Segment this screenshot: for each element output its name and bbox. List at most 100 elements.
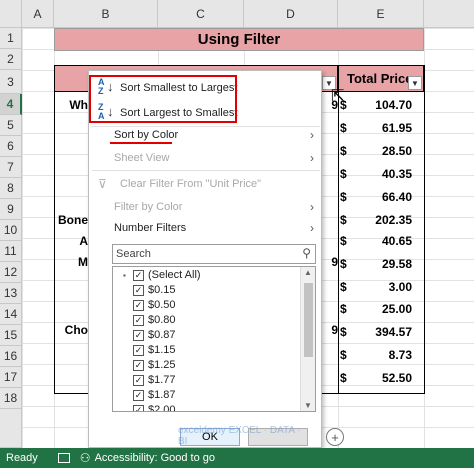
- row-number: 14: [3, 307, 18, 321]
- list-item[interactable]: ✓ $0.15: [133, 282, 176, 298]
- total-price-cell[interactable]: 104.70: [356, 94, 418, 115]
- total-price-cell[interactable]: 40.35: [356, 163, 418, 184]
- row-header[interactable]: 14: [0, 304, 22, 325]
- filter-by-color-item[interactable]: Filter by Color ›: [96, 196, 316, 218]
- checkbox-checked[interactable]: ✓: [133, 269, 144, 281]
- total-price-cell[interactable]: 28.50: [356, 140, 418, 161]
- total-price-filter-dropdown[interactable]: ▼: [408, 76, 422, 90]
- total-price-cell[interactable]: 202.35: [356, 209, 418, 230]
- row-header[interactable]: 12: [0, 262, 22, 283]
- row-header[interactable]: 13: [0, 283, 22, 304]
- checkbox-checked[interactable]: ✓: [133, 314, 144, 326]
- filter-search-input[interactable]: Search ⚲: [112, 244, 316, 264]
- menu-item-label: Filter by Color: [114, 201, 183, 213]
- checkbox-checked[interactable]: ✓: [133, 359, 144, 371]
- row-number: 17: [3, 370, 18, 384]
- select-all-corner[interactable]: [0, 0, 22, 28]
- row-header[interactable]: 18: [0, 388, 22, 409]
- total-price-cell[interactable]: 66.40: [356, 186, 418, 207]
- column-label: C: [196, 6, 205, 21]
- row-header[interactable]: 11: [0, 241, 22, 262]
- list-item[interactable]: ✓ $0.80: [133, 312, 176, 328]
- sheet-icon: [57, 453, 70, 463]
- total-price-cell[interactable]: 8.73: [356, 344, 418, 365]
- total-price-cell[interactable]: 394.57: [356, 321, 418, 342]
- total-price-cell[interactable]: 52.50: [356, 367, 418, 388]
- number-filters-item[interactable]: Number Filters ›: [96, 217, 316, 239]
- column-label: E: [376, 6, 385, 21]
- list-item-select-all[interactable]: ▪ ✓ (Select All): [123, 267, 201, 283]
- total-price-cell[interactable]: 40.65: [356, 230, 418, 251]
- row-header[interactable]: 15: [0, 325, 22, 346]
- add-sheet-icon[interactable]: +: [326, 428, 344, 446]
- chevron-right-icon: ›: [310, 200, 314, 214]
- currency-symbol: $: [340, 347, 347, 362]
- product-cell[interactable]: Bone: [54, 209, 88, 230]
- row-header[interactable]: 10: [0, 220, 22, 241]
- column-header-b[interactable]: B: [54, 0, 158, 28]
- column-header-e[interactable]: E: [338, 0, 424, 28]
- row-number: 5: [7, 118, 14, 132]
- list-item[interactable]: ✓ $2.00: [133, 402, 176, 411]
- checkbox-checked[interactable]: ✓: [133, 344, 144, 356]
- checkbox-checked[interactable]: ✓: [133, 389, 144, 401]
- row-header[interactable]: 2: [0, 49, 22, 70]
- row-header[interactable]: 7: [0, 157, 22, 178]
- sheet-view-item[interactable]: Sheet View ›: [96, 147, 316, 169]
- scrollbar-thumb[interactable]: [304, 283, 313, 357]
- accessibility-status[interactable]: Accessibility: Good to go: [95, 452, 215, 464]
- row-number: 1: [7, 31, 14, 45]
- total-price-label: Total Price: [347, 71, 413, 86]
- row-header[interactable]: 6: [0, 136, 22, 157]
- row-number: 12: [3, 265, 18, 279]
- row-header[interactable]: 16: [0, 346, 22, 367]
- total-price-cell[interactable]: 29.58: [356, 253, 418, 274]
- column-header-c[interactable]: C: [158, 0, 244, 28]
- currency-symbol: $: [340, 212, 347, 227]
- row-header[interactable]: 3: [0, 70, 22, 94]
- checkbox-checked[interactable]: ✓: [133, 284, 144, 296]
- checkbox-checked[interactable]: ✓: [133, 404, 144, 411]
- list-item[interactable]: ✓ $1.77: [133, 372, 176, 388]
- row-number: 15: [3, 328, 18, 342]
- list-item[interactable]: ✓ $1.15: [133, 342, 176, 358]
- row-header[interactable]: 5: [0, 115, 22, 136]
- clear-filter-item[interactable]: ⊽ Clear Filter From "Unit Price": [96, 173, 316, 195]
- column-header-d[interactable]: D: [244, 0, 338, 28]
- highlight-underline: [110, 142, 172, 144]
- row-header[interactable]: 9: [0, 199, 22, 220]
- row-header[interactable]: 17: [0, 367, 22, 388]
- scroll-up-icon[interactable]: ▲: [304, 268, 312, 277]
- currency-symbol: $: [340, 279, 347, 294]
- chevron-right-icon: ›: [310, 221, 314, 235]
- row-header[interactable]: 1: [0, 28, 22, 49]
- list-item[interactable]: ✓ $0.87: [133, 327, 176, 343]
- checkbox-checked[interactable]: ✓: [133, 374, 144, 386]
- list-item[interactable]: ✓ $1.87: [133, 387, 176, 403]
- column-header-a[interactable]: A: [22, 0, 54, 28]
- row-number: 4: [6, 97, 14, 111]
- product-cell[interactable]: Cho: [54, 319, 88, 340]
- total-price-cell[interactable]: 3.00: [356, 276, 418, 297]
- total-price-cell[interactable]: 61.95: [356, 117, 418, 138]
- row-header[interactable]: [0, 409, 22, 448]
- chevron-right-icon: ›: [310, 151, 314, 165]
- column-header-f[interactable]: [424, 0, 474, 28]
- currency-symbol: $: [340, 324, 347, 339]
- currency-symbol: $: [340, 301, 347, 316]
- row-header-selected[interactable]: 4: [0, 94, 22, 115]
- list-item[interactable]: ✓ $0.50: [133, 297, 176, 313]
- checkbox-checked[interactable]: ✓: [133, 299, 144, 311]
- total-price-cell[interactable]: 25.00: [356, 298, 418, 319]
- currency-symbol: $: [340, 166, 347, 181]
- product-cell[interactable]: M: [54, 251, 88, 272]
- list-scrollbar[interactable]: ▲ ▼: [300, 267, 315, 411]
- checkbox-checked[interactable]: ✓: [133, 329, 144, 341]
- row-header[interactable]: 8: [0, 178, 22, 199]
- product-cell[interactable]: Wh: [54, 94, 88, 115]
- list-item-label: $1.87: [148, 389, 176, 401]
- list-item[interactable]: ✓ $1.25: [133, 357, 176, 373]
- column-label: B: [101, 6, 110, 21]
- product-cell[interactable]: A: [54, 230, 88, 251]
- scroll-down-icon[interactable]: ▼: [304, 401, 312, 410]
